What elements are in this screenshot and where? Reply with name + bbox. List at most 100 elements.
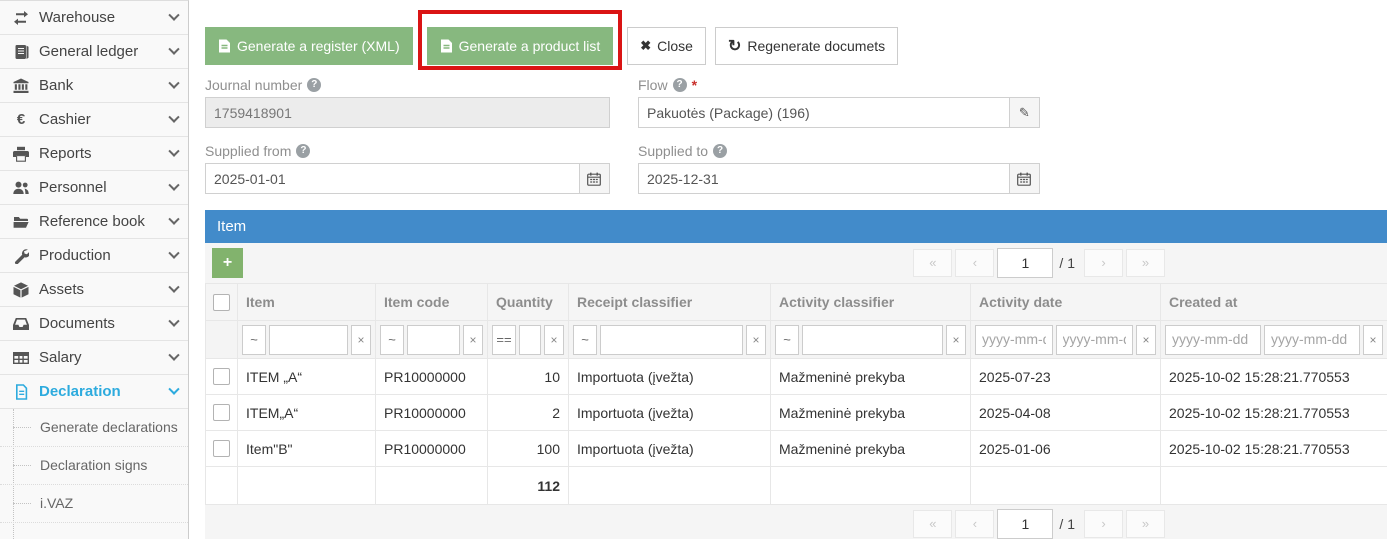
bank-icon (12, 78, 30, 94)
column-header-activity-classifier: Activity classifier (771, 284, 971, 321)
cell-quantity: 2 (488, 395, 569, 431)
help-icon[interactable]: ? (713, 144, 727, 158)
filter-operator-button[interactable]: ~ (573, 325, 597, 355)
help-icon[interactable]: ? (296, 144, 310, 158)
cell-receipt-classifier: Importuota (įvežta) (569, 395, 771, 431)
sidebar-item-label: Production (39, 247, 111, 264)
activity-date-from-filter-input[interactable] (975, 325, 1053, 355)
last-page-button[interactable]: » (1126, 249, 1165, 277)
sidebar-item-production[interactable]: Production (0, 239, 188, 273)
clear-filter-button[interactable]: × (463, 325, 483, 355)
sidebar-item-cashier[interactable]: € Cashier (0, 103, 188, 137)
panel-title: Item (217, 218, 246, 235)
first-page-button[interactable]: « (913, 510, 952, 538)
column-header-item-code: Item code (376, 284, 488, 321)
item-filter-input[interactable] (269, 325, 348, 355)
regenerate-documents-button[interactable]: ↻ Regenerate documets (715, 27, 898, 65)
receipt-classifier-filter-input[interactable] (600, 325, 743, 355)
cell-item-code: PR10000000 (376, 395, 488, 431)
euro-icon: € (12, 112, 30, 128)
clear-filter-button[interactable]: × (351, 325, 371, 355)
sidebar-item-declaration[interactable]: Declaration (0, 375, 188, 409)
row-checkbox[interactable] (213, 440, 230, 457)
next-page-button[interactable]: › (1084, 249, 1123, 277)
table-total-row: 112 (206, 467, 1387, 505)
chevron-down-icon (168, 145, 179, 156)
column-header-created-at: Created at (1161, 284, 1387, 321)
add-item-button[interactable]: + (212, 248, 243, 278)
sidebar-item-reports[interactable]: Reports (0, 137, 188, 171)
quantity-filter-input[interactable] (519, 325, 541, 355)
supplied-from-field[interactable] (205, 163, 580, 194)
sidebar-item-personnel[interactable]: Personnel (0, 171, 188, 205)
generate-product-list-button[interactable]: Generate a product list (427, 27, 614, 65)
cell-item-code: PR10000000 (376, 431, 488, 467)
submenu-item-generate-declarations[interactable]: Generate declarations (0, 409, 188, 447)
clear-filter-button[interactable]: × (946, 325, 966, 355)
sidebar-item-assets[interactable]: Assets (0, 273, 188, 307)
sidebar-item-label: Cashier (39, 111, 91, 128)
cell-created-at: 2025-10-02 15:28:21.770553 (1161, 395, 1387, 431)
sidebar-item-reference-book[interactable]: Reference book (0, 205, 188, 239)
close-button[interactable]: ✖ Close (627, 27, 706, 65)
flow-field[interactable] (638, 97, 1010, 128)
sidebar-item-documents[interactable]: Documents (0, 307, 188, 341)
filter-operator-button[interactable]: ~ (380, 325, 404, 355)
clear-filter-button[interactable]: × (746, 325, 766, 355)
cell-receipt-classifier: Importuota (įvežta) (569, 431, 771, 467)
item-panel: Item + « ‹ / 1 › » (205, 210, 1387, 539)
page-number-input[interactable] (997, 248, 1053, 278)
prev-page-button[interactable]: ‹ (955, 510, 994, 538)
filter-operator-button[interactable]: == (492, 325, 516, 355)
generate-register-button[interactable]: Generate a register (XML) (205, 27, 413, 65)
help-icon[interactable]: ? (307, 78, 321, 92)
row-checkbox[interactable] (213, 404, 230, 421)
filter-operator-button[interactable]: ~ (775, 325, 799, 355)
row-checkbox[interactable] (213, 368, 230, 385)
sidebar-item-label: Personnel (39, 179, 107, 196)
table-header-row: Item Item code Quantity Receipt classifi… (206, 284, 1387, 321)
submenu-item-ivaz[interactable]: i.VAZ (0, 485, 188, 523)
help-icon[interactable]: ? (673, 78, 687, 92)
action-button-row: Generate a register (XML) Generate a pro… (205, 27, 898, 65)
filter-operator-button[interactable]: ~ (242, 325, 266, 355)
last-page-button[interactable]: » (1126, 510, 1165, 538)
clear-filter-button[interactable]: × (1136, 325, 1156, 355)
activity-classifier-filter-input[interactable] (802, 325, 943, 355)
sidebar: Warehouse General ledger Bank € Cashier (0, 0, 189, 539)
submenu-item-declaration-signs[interactable]: Declaration signs (0, 447, 188, 485)
table-row: ITEM „A“ PR10000000 10 Importuota (įvežt… (206, 359, 1387, 395)
sidebar-item-warehouse[interactable]: Warehouse (0, 1, 188, 35)
sidebar-item-label: Reference book (39, 213, 145, 230)
cell-item: ITEM „A“ (238, 359, 376, 395)
supplied-to-calendar-button[interactable] (1010, 163, 1040, 194)
sidebar-item-general-ledger[interactable]: General ledger (0, 35, 188, 69)
journal-number-field[interactable] (205, 97, 610, 128)
select-all-checkbox[interactable] (213, 294, 230, 311)
supplied-from-calendar-button[interactable] (580, 163, 610, 194)
calendar-icon (1017, 172, 1031, 186)
supplied-to-group: Supplied to ? (638, 142, 1040, 194)
file-xml-icon (218, 39, 231, 53)
sidebar-item-bank[interactable]: Bank (0, 69, 188, 103)
supplied-to-field[interactable] (638, 163, 1010, 194)
flow-edit-button[interactable]: ✎ (1010, 97, 1040, 128)
total-quantity: 112 (488, 467, 569, 505)
activity-date-to-filter-input[interactable] (1056, 325, 1134, 355)
next-page-button[interactable]: › (1084, 510, 1123, 538)
cell-activity-date: 2025-07-23 (971, 359, 1161, 395)
chevron-down-icon (168, 383, 179, 394)
clear-filter-button[interactable]: × (544, 325, 564, 355)
prev-page-button[interactable]: ‹ (955, 249, 994, 277)
first-page-button[interactable]: « (913, 249, 952, 277)
items-table: Item Item code Quantity Receipt classifi… (205, 283, 1387, 505)
flow-label: Flow ? * (638, 76, 1040, 94)
item-code-filter-input[interactable] (407, 325, 460, 355)
cell-activity-date: 2025-01-06 (971, 431, 1161, 467)
created-at-to-filter-input[interactable] (1264, 325, 1360, 355)
page-number-input[interactable] (997, 509, 1053, 539)
created-at-from-filter-input[interactable] (1165, 325, 1261, 355)
sidebar-item-salary[interactable]: Salary (0, 341, 188, 375)
refresh-icon: ↻ (728, 36, 741, 56)
clear-filter-button[interactable]: × (1363, 325, 1383, 355)
